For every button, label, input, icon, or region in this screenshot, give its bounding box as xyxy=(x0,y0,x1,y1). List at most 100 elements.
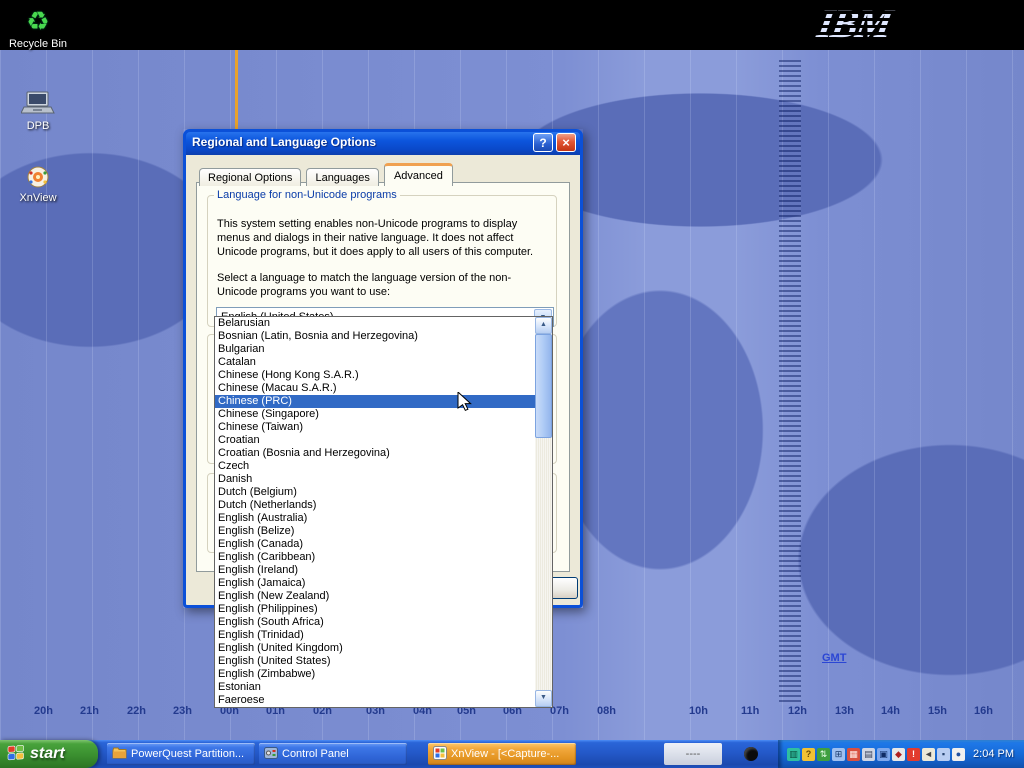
dropdown-item[interactable]: Czech xyxy=(215,460,535,473)
device-icon[interactable]: ▪ xyxy=(937,748,950,761)
display-icon[interactable]: ▦ xyxy=(847,748,860,761)
xnview-icon xyxy=(0,158,76,190)
desktop-icon-label: DPB xyxy=(0,120,76,132)
dropdown-item[interactable]: English (Australia) xyxy=(215,512,535,525)
folder-icon xyxy=(112,747,127,762)
dropdown-item[interactable]: Dutch (Belgium) xyxy=(215,486,535,499)
hour-label: 14h xyxy=(881,705,900,717)
dropdown-item[interactable]: English (Canada) xyxy=(215,538,535,551)
alert-icon[interactable]: ! xyxy=(907,748,920,761)
hour-label: 20h xyxy=(34,705,53,717)
help-button[interactable]: ? xyxy=(533,133,553,152)
dropdown-item[interactable]: English (Ireland) xyxy=(215,564,535,577)
volume-icon[interactable]: ◄ xyxy=(922,748,935,761)
taskbar-button-label: XnView - [<Capture-... xyxy=(451,748,559,760)
dropdown-item[interactable]: English (Trinidad) xyxy=(215,629,535,642)
group-title: Language for non-Unicode programs xyxy=(214,189,400,201)
non-unicode-language-group: Language for non-Unicode programs This s… xyxy=(207,189,557,327)
dropdown-item[interactable]: Faeroese xyxy=(215,694,535,707)
dropdown-item[interactable]: English (South Africa) xyxy=(215,616,535,629)
dropdown-item[interactable]: Chinese (Hong Kong S.A.R.) xyxy=(215,369,535,382)
dropdown-item-selected[interactable]: Chinese (PRC) xyxy=(215,395,535,408)
graphics-icon[interactable]: ◆ xyxy=(892,748,905,761)
close-button[interactable]: × xyxy=(556,133,576,152)
scroll-thumb[interactable] xyxy=(535,334,552,438)
recycle-bin-icon: ♻ xyxy=(0,4,76,36)
dropdown-item[interactable]: Bosnian (Latin, Bosnia and Herzegovina) xyxy=(215,330,535,343)
scroll-up-button[interactable]: ▲ xyxy=(535,317,552,334)
dropdown-item[interactable]: Chinese (Singapore) xyxy=(215,408,535,421)
network-icon[interactable]: ⊞ xyxy=(832,748,845,761)
hour-label: 22h xyxy=(127,705,146,717)
clock-sync-icon[interactable]: ● xyxy=(952,748,965,761)
taskbar-toolbar-band[interactable]: ---- xyxy=(664,743,722,765)
desktop-icon-label: XnView xyxy=(0,192,76,204)
hour-label: 21h xyxy=(80,705,99,717)
start-button[interactable]: start xyxy=(0,740,98,768)
partition-icon[interactable]: ▤ xyxy=(862,748,875,761)
taskbar-button-control-panel[interactable]: Control Panel xyxy=(259,743,407,765)
xnview-taskbar-icon xyxy=(433,746,447,763)
group-description: This system setting enables non-Unicode … xyxy=(217,217,547,259)
taskbar-capture-segment xyxy=(728,743,774,765)
scroll-down-button[interactable]: ▼ xyxy=(535,690,552,707)
dropdown-item[interactable]: Dutch (Netherlands) xyxy=(215,499,535,512)
dropdown-item[interactable]: English (Jamaica) xyxy=(215,577,535,590)
hour-label: 16h xyxy=(974,705,993,717)
tab-languages[interactable]: Languages xyxy=(306,168,378,186)
desktop-icon-xnview[interactable]: XnView xyxy=(0,158,76,204)
dropdown-item[interactable]: Chinese (Macau S.A.R.) xyxy=(215,382,535,395)
ibm-logo-stripes xyxy=(814,0,942,48)
hour-label: 23h xyxy=(173,705,192,717)
dropdown-item[interactable]: Catalan xyxy=(215,356,535,369)
dropdown-item[interactable]: Estonian xyxy=(215,681,535,694)
dropdown-item[interactable]: Croatian (Bosnia and Herzegovina) xyxy=(215,447,535,460)
tab-regional-options[interactable]: Regional Options xyxy=(199,168,301,186)
dropdown-item[interactable]: English (United States) xyxy=(215,655,535,668)
meter-icon[interactable]: ▥ xyxy=(787,748,800,761)
dialog-tabs: Regional Options Languages Advanced xyxy=(199,163,455,184)
dropdown-item[interactable]: Belarusian xyxy=(215,317,535,330)
system-tray: ▥ ? ⇅ ⊞ ▦ ▤ ▣ ◆ ! ◄ ▪ ● 2:04 PM xyxy=(778,740,1024,768)
dialog-title: Regional and Language Options xyxy=(192,129,376,155)
language-dropdown-list: Belarusian Bosnian (Latin, Bosnia and He… xyxy=(214,316,553,708)
taskbar-button-label: PowerQuest Partition... xyxy=(131,748,244,760)
ibm-logo: IBM xyxy=(814,0,942,48)
taskbar: start PowerQuest Partition... Contro xyxy=(0,740,1024,768)
dropdown-scrollbar[interactable]: ▲ ▼ xyxy=(535,317,552,707)
hour-label: 08h xyxy=(597,705,616,717)
dropdown-item[interactable]: English (Philippines) xyxy=(215,603,535,616)
taskbar-button-xnview[interactable]: XnView - [<Capture-... xyxy=(428,743,576,765)
dropdown-item[interactable]: English (New Zealand) xyxy=(215,590,535,603)
taskbar-clock[interactable]: 2:04 PM xyxy=(973,748,1024,760)
dropdown-item[interactable]: Bulgarian xyxy=(215,343,535,356)
dropdown-item[interactable]: Danish xyxy=(215,473,535,486)
dialog-titlebar[interactable]: Regional and Language Options ? × xyxy=(183,129,583,155)
control-panel-icon xyxy=(264,747,278,762)
tab-advanced[interactable]: Advanced xyxy=(384,163,453,186)
current-time-marker-line xyxy=(235,50,238,129)
clipboard-icon[interactable]: ▣ xyxy=(877,748,890,761)
help-status-icon[interactable]: ? xyxy=(802,748,815,761)
sync-arrows-icon[interactable]: ⇅ xyxy=(817,748,830,761)
dropdown-items: Belarusian Bosnian (Latin, Bosnia and He… xyxy=(215,317,535,707)
dropdown-item[interactable]: Croatian xyxy=(215,434,535,447)
dropdown-item[interactable]: English (United Kingdom) xyxy=(215,642,535,655)
dropdown-item[interactable]: English (Caribbean) xyxy=(215,551,535,564)
desktop-icon-recycle-bin[interactable]: ♻ Recycle Bin xyxy=(0,4,76,50)
taskbar-button-powerquest[interactable]: PowerQuest Partition... xyxy=(107,743,255,765)
dropdown-item[interactable]: English (Belize) xyxy=(215,525,535,538)
desktop-icon-dpb[interactable]: DPB xyxy=(0,86,76,132)
desktop-icon-label: Recycle Bin xyxy=(0,38,76,50)
timezone-hatch-band xyxy=(779,60,801,705)
screen: 20h 21h 22h 23h 00h 01h 02h 03h 04h 05h … xyxy=(0,0,1024,768)
windows-flag-icon xyxy=(7,744,25,765)
hour-label: 11h xyxy=(741,705,759,717)
capture-record-icon[interactable] xyxy=(744,747,758,761)
dropdown-item[interactable]: English (Zimbabwe) xyxy=(215,668,535,681)
band-label: ---- xyxy=(686,748,701,760)
top-banner: ♻ Recycle Bin IBM xyxy=(0,0,1024,50)
start-label: start xyxy=(30,745,65,763)
hour-label: 15h xyxy=(928,705,947,717)
dropdown-item[interactable]: Chinese (Taiwan) xyxy=(215,421,535,434)
